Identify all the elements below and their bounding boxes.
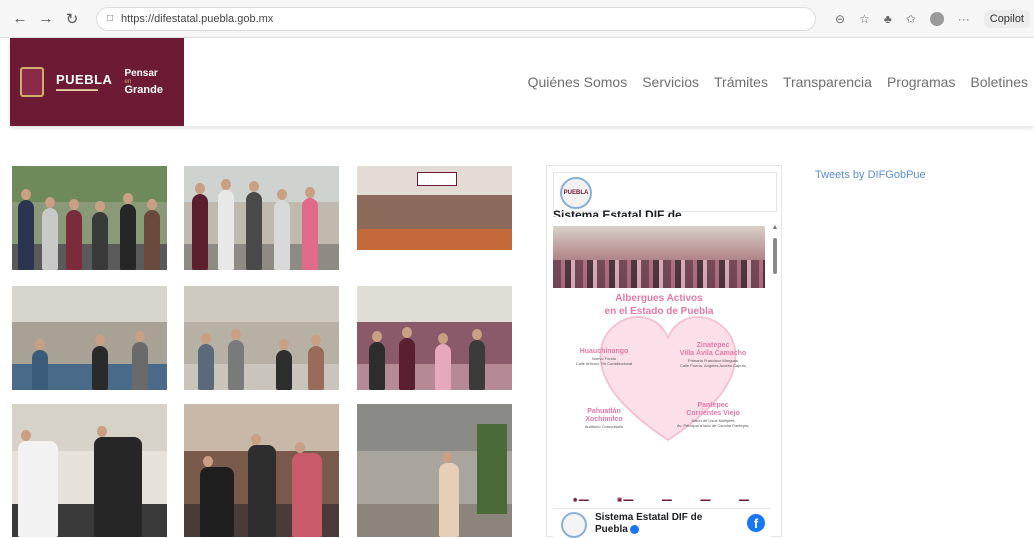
poster-title: Albergues Activos en el Estado de Puebla	[604, 293, 714, 317]
logo-mark: ▬▬	[700, 497, 711, 503]
shelter-location: Pantepec Corrientes Viejo Salón de Usos …	[676, 402, 750, 428]
gallery-photo[interactable]	[357, 286, 512, 390]
site-header: PUEBLA ▬▬▬▬▬▬▬ Pensar en Grande Quiénes …	[10, 38, 1034, 126]
scroll-thumb[interactable]	[773, 238, 777, 274]
puebla-subtitle: ▬▬▬▬▬▬▬	[56, 86, 98, 93]
grande-word: Grande	[124, 83, 163, 96]
zoom-icon[interactable]: ⊝	[835, 12, 845, 26]
feed-scrollbar[interactable]: ▲	[771, 222, 779, 534]
photo-gallery	[12, 166, 512, 537]
nav-transparencia[interactable]: Transparencia	[783, 74, 872, 90]
forward-arrow-icon[interactable]: →	[36, 9, 56, 29]
gallery-photo[interactable]	[357, 404, 512, 537]
address-bar[interactable]: □ https://difestatal.puebla.gob.mx	[96, 6, 816, 31]
favorite-star-icon[interactable]: ☆	[859, 12, 870, 26]
pensar-en-grande-logo: Pensar en Grande	[124, 67, 163, 96]
puebla-wordmark: PUEBLA	[56, 71, 113, 87]
gallery-photo[interactable]	[12, 166, 167, 270]
page-avatar-small[interactable]	[561, 512, 587, 538]
gallery-photo[interactable]	[184, 404, 339, 537]
page-name-truncated[interactable]: Sistema Estatal DIF de	[553, 208, 753, 217]
coat-of-arms-icon	[20, 67, 44, 97]
gallery-photo[interactable]	[357, 166, 512, 250]
browser-toolbar: ← → ↻ □ https://difestatal.puebla.gob.mx…	[0, 0, 1034, 38]
logo-mark: ▣ ▬▬	[617, 497, 634, 503]
reload-icon[interactable]: ↻	[62, 9, 82, 29]
facebook-header: PUEBLA	[553, 172, 777, 212]
gallery-photo[interactable]	[12, 404, 167, 537]
verified-badge-icon	[629, 524, 639, 534]
gallery-photo[interactable]	[184, 286, 339, 390]
more-icon[interactable]: ···	[958, 12, 970, 26]
page-avatar[interactable]: PUEBLA	[560, 177, 592, 209]
nav-servicios[interactable]: Servicios	[642, 74, 699, 90]
lock-icon: □	[107, 13, 114, 24]
facebook-logo-icon[interactable]: f	[747, 514, 765, 532]
logo-mark: ◉ ▬▬	[573, 497, 589, 503]
facebook-post[interactable]: Albergues Activos en el Estado de Puebla…	[553, 218, 765, 538]
scroll-up-icon[interactable]: ▲	[771, 224, 779, 232]
nav-programas[interactable]: Programas	[887, 74, 955, 90]
sponsor-logos: ◉ ▬▬ ▣ ▬▬ ▬▬ ▬▬ ▬▬	[573, 494, 749, 506]
heart-graphic	[599, 316, 737, 442]
brand-logo[interactable]: PUEBLA ▬▬▬▬▬▬▬ Pensar en Grande	[10, 38, 184, 126]
nav-tramites[interactable]: Trámites	[714, 74, 768, 90]
nav-quienes-somos[interactable]: Quiénes Somos	[528, 74, 628, 90]
shelters-poster: Albergues Activos en el Estado de Puebla…	[553, 288, 765, 538]
favorites-icon[interactable]: ✩	[906, 12, 916, 26]
facebook-page-widget: PUEBLA Sistema Estatal DIF de Albergues …	[546, 165, 782, 538]
logo-mark: ▬▬	[738, 497, 749, 503]
gallery-photo[interactable]	[184, 166, 339, 270]
logo-mark: ▬▬	[661, 497, 672, 503]
puebla-logo: PUEBLA ▬▬▬▬▬▬▬	[56, 72, 112, 93]
copilot-button[interactable]: Copilot	[983, 10, 1030, 28]
facebook-page-footer[interactable]: Sistema Estatal DIF de Puebla f	[553, 508, 771, 538]
gallery-photo[interactable]	[12, 286, 167, 390]
extensions-icon[interactable]: ♣	[884, 12, 892, 26]
main-navigation: Quiénes Somos Servicios Trámites Transpa…	[528, 74, 1028, 90]
back-arrow-icon[interactable]: ←	[10, 9, 30, 29]
profile-avatar[interactable]	[929, 12, 944, 26]
page-name[interactable]: Sistema Estatal DIF de Puebla	[595, 512, 725, 536]
pensar-word: Pensar	[124, 67, 158, 79]
url-text: https://difestatal.puebla.gob.mx	[121, 12, 274, 25]
tweets-by-link[interactable]: Tweets by DIFGobPue	[815, 169, 926, 181]
shelter-location: Huauchinango Nuevo Fondo Calle Artículo …	[575, 348, 633, 366]
shelter-location: Pahuatlán Xochimilco Auditorio Comunitar…	[584, 408, 624, 429]
nav-boletines[interactable]: Boletines	[970, 74, 1028, 90]
shelter-location: Zinatepec Villa Ávila Camacho Primaria F…	[679, 342, 747, 368]
nav-buttons: ← → ↻	[10, 9, 82, 29]
post-photo	[553, 226, 765, 288]
browser-actions: ⊝ ☆ ♣ ✩ ··· Copilot	[835, 0, 1034, 38]
